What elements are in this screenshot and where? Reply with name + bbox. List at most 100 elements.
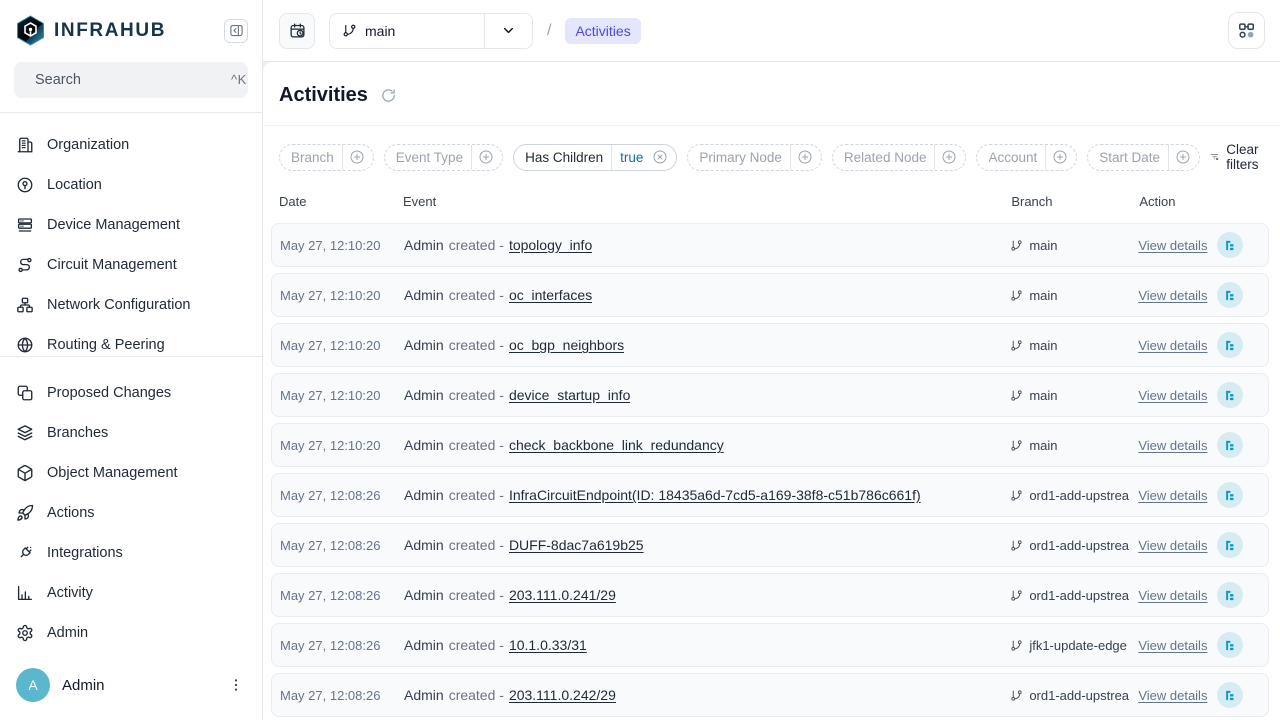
sidebar-item[interactable]: Location — [8, 165, 254, 205]
view-hierarchy-button[interactable] — [1217, 382, 1243, 408]
filter-chip[interactable]: Event Type — [384, 144, 503, 171]
sidebar-item[interactable]: Proposed Changes — [8, 373, 254, 413]
add-filter-icon[interactable] — [1175, 149, 1191, 165]
view-details-link[interactable]: View details — [1138, 588, 1207, 603]
add-filter-icon[interactable] — [1052, 149, 1068, 165]
activity-object-link[interactable]: DUFF-8dac7a619b25 — [509, 537, 644, 553]
activity-row: May 27, 12:10:20 Admin created - oc_inte… — [271, 273, 1269, 317]
filter-chip[interactable]: Has Children true — [513, 144, 677, 171]
view-hierarchy-button[interactable] — [1217, 332, 1243, 358]
activity-actions: View details — [1138, 232, 1256, 258]
branch-selector-toggle[interactable] — [484, 14, 532, 48]
filter-chip[interactable]: Branch — [279, 144, 374, 171]
user-menu-button[interactable] — [226, 671, 246, 699]
date-picker-button[interactable] — [279, 13, 315, 49]
breadcrumb-current[interactable]: Activities — [565, 18, 640, 44]
activity-branch: ord1-add-upstrea — [1010, 538, 1138, 553]
activity-object-link[interactable]: 203.111.0.242/29 — [509, 687, 616, 703]
activity-object-link[interactable]: oc_bgp_neighbors — [509, 337, 624, 353]
tree-hierarchy-icon — [1224, 389, 1237, 402]
add-filter-icon[interactable] — [941, 149, 957, 165]
view-hierarchy-button[interactable] — [1217, 682, 1243, 708]
search-input-wrapper[interactable]: ^K — [14, 62, 248, 98]
tree-hierarchy-icon — [1224, 239, 1237, 252]
sidebar-item-label: Organization — [47, 137, 129, 153]
sidebar-item[interactable]: Organization — [8, 125, 254, 165]
search-input[interactable] — [35, 72, 222, 88]
sidebar-item-label: Proposed Changes — [47, 385, 171, 401]
sidebar-item[interactable]: Actions — [8, 493, 254, 533]
activity-date: May 27, 12:10:20 — [280, 238, 404, 253]
sidebar-item[interactable]: Network Configuration — [8, 285, 254, 325]
activity-verb: created - — [449, 637, 504, 653]
sidebar-item-label: Activity — [47, 585, 93, 601]
view-details-link[interactable]: View details — [1138, 538, 1207, 553]
view-details-link[interactable]: View details — [1138, 338, 1207, 353]
view-details-link[interactable]: View details — [1138, 238, 1207, 253]
activity-actions: View details — [1138, 682, 1256, 708]
view-details-link[interactable]: View details — [1138, 688, 1207, 703]
activity-verb: created - — [449, 287, 504, 303]
box-icon — [16, 464, 34, 482]
view-hierarchy-button[interactable] — [1217, 432, 1243, 458]
filter-chip[interactable]: Primary Node — [687, 144, 822, 171]
avatar: A — [16, 668, 50, 702]
activity-verb: created - — [449, 487, 504, 503]
activity-date: May 27, 12:08:26 — [280, 488, 404, 503]
activity-object-link[interactable]: topology_info — [509, 237, 592, 253]
filter-bar: Branch Event Type — [263, 126, 1280, 184]
add-filter-icon[interactable] — [797, 149, 813, 165]
sidebar-item[interactable]: Object Management — [8, 453, 254, 493]
branch-selector[interactable]: main — [329, 13, 533, 49]
activity-verb: created - — [449, 687, 504, 703]
view-hierarchy-button[interactable] — [1217, 532, 1243, 558]
filter-chip[interactable]: Start Date — [1087, 144, 1200, 171]
activity-branch-name: ord1-add-upstrea — [1029, 688, 1129, 703]
filter-label: Has Children — [514, 150, 611, 165]
view-hierarchy-button[interactable] — [1217, 282, 1243, 308]
schema-visualizer-button[interactable] — [1228, 12, 1265, 49]
sidebar-item[interactable]: Device Management — [8, 205, 254, 245]
git-branch-icon — [1010, 339, 1023, 352]
git-branch-icon — [1010, 439, 1023, 452]
add-filter-icon[interactable] — [349, 149, 365, 165]
view-hierarchy-button[interactable] — [1217, 582, 1243, 608]
view-details-link[interactable]: View details — [1138, 438, 1207, 453]
sidebar-item[interactable]: Branches — [8, 413, 254, 453]
activity-object-link[interactable]: 10.1.0.33/31 — [509, 637, 587, 653]
sidebar-item[interactable]: Routing & Peering — [8, 325, 254, 356]
activity-row: May 27, 12:08:26 Admin created - DUFF-8d… — [271, 523, 1269, 567]
view-hierarchy-button[interactable] — [1217, 482, 1243, 508]
clear-filters-button[interactable]: Clear filters — [1210, 142, 1265, 172]
filter-chip[interactable]: Related Node — [832, 144, 967, 171]
app-logo[interactable]: INFRAHUB — [16, 15, 224, 46]
activity-object-link[interactable]: device_startup_info — [509, 387, 630, 403]
activity-date: May 27, 12:08:26 — [280, 638, 404, 653]
view-details-link[interactable]: View details — [1138, 288, 1207, 303]
view-details-link[interactable]: View details — [1138, 638, 1207, 653]
activity-object-link[interactable]: 203.111.0.241/29 — [509, 587, 616, 603]
view-details-link[interactable]: View details — [1138, 388, 1207, 403]
collapse-sidebar-button[interactable] — [224, 19, 248, 43]
activity-actor: Admin — [404, 337, 444, 353]
activity-object-link[interactable]: check_backbone_link_redundancy — [509, 437, 724, 453]
activity-object-link[interactable]: InfraCircuitEndpoint(ID: 18435a6d-7cd5-a… — [509, 487, 921, 503]
activity-date: May 27, 12:10:20 — [280, 438, 404, 453]
activity-row: May 27, 12:10:20 Admin created - oc_bgp_… — [271, 323, 1269, 367]
sidebar-item[interactable]: Integrations — [8, 533, 254, 573]
remove-filter-icon[interactable] — [652, 149, 668, 165]
add-filter-icon[interactable] — [478, 149, 494, 165]
filter-chip[interactable]: Account — [976, 144, 1077, 171]
sidebar-item[interactable]: Admin — [8, 613, 254, 653]
layers-icon — [16, 424, 34, 442]
sidebar-item[interactable]: Activity — [8, 573, 254, 613]
view-hierarchy-button[interactable] — [1217, 632, 1243, 658]
view-hierarchy-button[interactable] — [1217, 232, 1243, 258]
sidebar-item-label: Network Configuration — [47, 297, 190, 313]
activity-object-link[interactable]: oc_interfaces — [509, 287, 592, 303]
view-details-link[interactable]: View details — [1138, 488, 1207, 503]
activity-branch: main — [1010, 338, 1138, 353]
search-shortcut: ^K — [231, 72, 247, 87]
sidebar-item[interactable]: Circuit Management — [8, 245, 254, 285]
refresh-button[interactable] — [380, 87, 397, 104]
